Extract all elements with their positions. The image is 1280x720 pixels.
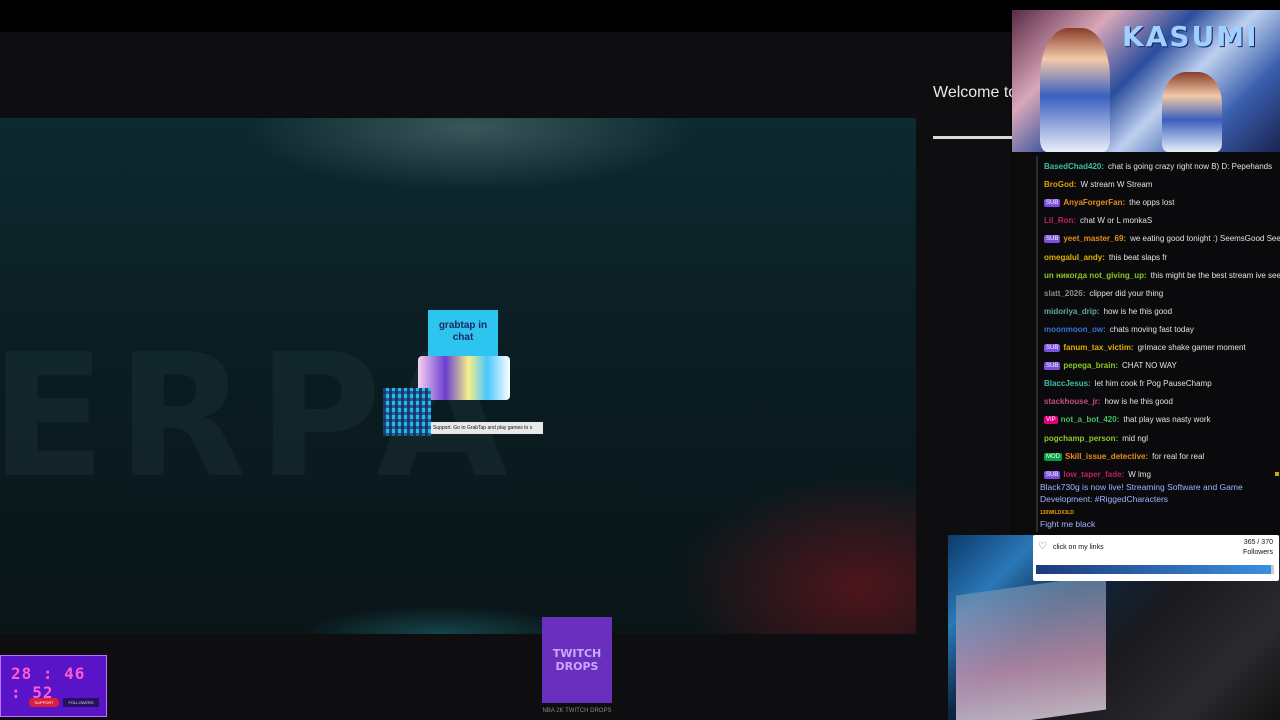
- qr-code-icon[interactable]: [383, 388, 431, 436]
- grabtap-support-strip: Support. Go to GrabTap and play games to…: [431, 422, 543, 434]
- grabtap-characters-image: [418, 356, 510, 400]
- chat-message: BlaccJesus: let him cook fr Pog PauseCham…: [1044, 376, 1280, 392]
- chat-username[interactable]: un никогда not_giving_up:: [1044, 271, 1147, 280]
- chat-text: for real for real: [1152, 451, 1205, 461]
- goal-progress-fill: [1036, 565, 1271, 574]
- chat-text: how is he this good: [1103, 306, 1173, 316]
- chat-badge: VIP: [1044, 416, 1058, 425]
- twitch-drops-panel: TWITCH DROPS: [542, 617, 612, 703]
- chat-message: pogchamp_person: mid ngl: [1044, 431, 1280, 447]
- timer-pill-support: SUPPORT: [29, 698, 59, 707]
- anime-banner: KASUMI: [1012, 10, 1280, 152]
- goal-progress-track: [1036, 565, 1274, 574]
- chat-username[interactable]: BroGod:: [1044, 180, 1076, 189]
- follower-goal-widget: ♡ click on my links 365 / 370 Followers: [1033, 535, 1279, 581]
- live-notice: Black730g is now live! Streaming Softwar…: [1040, 482, 1243, 504]
- chat-username[interactable]: midoriya_drip:: [1044, 307, 1100, 316]
- chat-text: chat W or L monkaS: [1080, 216, 1153, 226]
- chat-message: midoriya_drip: how is he this good: [1044, 304, 1280, 320]
- chat-text: CHAT NO WAY: [1122, 361, 1177, 371]
- chat-username[interactable]: stackhouse_jr:: [1044, 397, 1100, 406]
- chat-text: W stream W Stream: [1080, 180, 1153, 190]
- chat-text: the opps lost: [1129, 198, 1175, 208]
- timer-digits: 28 : 46 : 52: [11, 664, 86, 702]
- chat-message: VIP not_a_bot_420: that play was nasty wor…: [1044, 412, 1280, 428]
- chat-message: SUB pepega_brain: CHAT NO WAY: [1044, 358, 1280, 374]
- chat-username[interactable]: BlaccJesus:: [1044, 379, 1091, 388]
- banner-character-left: [1040, 28, 1110, 152]
- chat-badge: SUB: [1044, 199, 1061, 208]
- welcome-underline: [933, 136, 1013, 139]
- chat-message: SUB AnyaForgerFan: the opps lost: [1044, 195, 1280, 211]
- chat-small-label: 130WILDX3LD: [1040, 510, 1074, 516]
- chat-message: BroGod: W stream W Stream: [1044, 177, 1280, 193]
- chat-username[interactable]: BasedChad420:: [1044, 162, 1104, 171]
- chat-message: slatt_2026: clipper did your thing: [1044, 286, 1280, 302]
- chat-text: mid ngl: [1122, 433, 1149, 443]
- chat-overlay: BasedChad420: chat is going crazy right n…: [1036, 156, 1280, 532]
- chat-message: BasedChad420: chat is going crazy right n…: [1044, 159, 1280, 175]
- chat-text: chats moving fast today: [1109, 324, 1194, 334]
- chat-message: stackhouse_jr: how is he this good: [1044, 394, 1280, 410]
- chat-text: chat is going crazy right now B) D: Pepe…: [1108, 162, 1273, 171]
- chat-username[interactable]: pepega_brain:: [1063, 361, 1118, 370]
- chat-message: un никогда not_giving_up: this might be t…: [1044, 268, 1280, 284]
- chat-message: SUB fanum_tax_victim: grimace shake gamer …: [1044, 340, 1280, 356]
- chat-username[interactable]: moonmoon_ow:: [1044, 325, 1106, 334]
- chat-username[interactable]: slatt_2026:: [1044, 289, 1085, 298]
- goal-count: 365 / 370: [1243, 539, 1273, 546]
- chat-text: clipper did your thing: [1089, 288, 1164, 298]
- chat-username[interactable]: low_taper_fade:: [1063, 470, 1124, 479]
- chat-text: let him cook fr Pog PauseChamp: [1094, 379, 1212, 389]
- chat-username[interactable]: omegalul_andy:: [1044, 253, 1105, 262]
- chat-username[interactable]: Skill_issue_detective:: [1065, 452, 1148, 461]
- chat-message: moonmoon_ow: chats moving fast today: [1044, 322, 1280, 338]
- chat-username[interactable]: Lil_Ron:: [1044, 216, 1076, 225]
- banner-character-right: [1162, 72, 1222, 152]
- chat-badge: SUB: [1044, 470, 1061, 479]
- chat-username[interactable]: yeet_master_69:: [1063, 234, 1126, 243]
- chat-scroll-indicator: [1275, 472, 1279, 476]
- stream-timer-widget: 28 : 46 : 52 SUPPORT FOLLOWERS: [0, 655, 107, 717]
- chat-username[interactable]: pogchamp_person:: [1044, 434, 1118, 443]
- twitch-drops-caption: NBA 2K TWITCH DROPS: [542, 708, 612, 714]
- chat-message: MOD Skill_issue_detective: for real for re…: [1044, 449, 1280, 465]
- chat-username[interactable]: fanum_tax_victim:: [1063, 343, 1133, 352]
- goal-unit: Followers: [1243, 549, 1273, 556]
- chat-text: this might be the best stream ive seen: [1150, 270, 1280, 280]
- chat-text: how is he this good: [1104, 397, 1173, 407]
- chat-message: omegalul_andy: this beat slaps fr: [1044, 250, 1280, 266]
- timer-pill-followers: FOLLOWERS: [63, 698, 99, 707]
- chat-username[interactable]: not_a_bot_420:: [1061, 415, 1120, 424]
- chat-text: this beat slaps fr: [1108, 252, 1168, 262]
- chat-badge: SUB: [1044, 362, 1061, 371]
- twitch-drops-title: TWITCH DROPS: [552, 647, 602, 673]
- chat-badge: MOD: [1044, 452, 1062, 461]
- chat-text: that play was nasty work: [1123, 415, 1211, 425]
- chat-username[interactable]: AnyaForgerFan:: [1063, 198, 1125, 207]
- chat-text: we eating good tonight :) SeemsGood Seem: [1130, 234, 1280, 244]
- banner-title: KASUMI: [1122, 20, 1259, 53]
- chat-badge: SUB: [1044, 344, 1061, 352]
- webcam-monitor: [956, 574, 1106, 720]
- chat-text: grimace shake gamer moment: [1137, 343, 1246, 352]
- grabtap-card-text: grabtap in chat: [438, 320, 488, 343]
- chat-text: W lmg: [1128, 469, 1151, 479]
- heart-icon: ♡: [1038, 541, 1047, 552]
- chat-message: SUB yeet_master_69: we eating good tonight…: [1044, 231, 1280, 247]
- chat-badge: SUB: [1044, 235, 1061, 244]
- chat-fight-text: Fight me black: [1040, 519, 1096, 529]
- chat-message: Lil_Ron: chat W or L monkaS: [1044, 213, 1280, 229]
- goal-label: click on my links: [1053, 544, 1104, 551]
